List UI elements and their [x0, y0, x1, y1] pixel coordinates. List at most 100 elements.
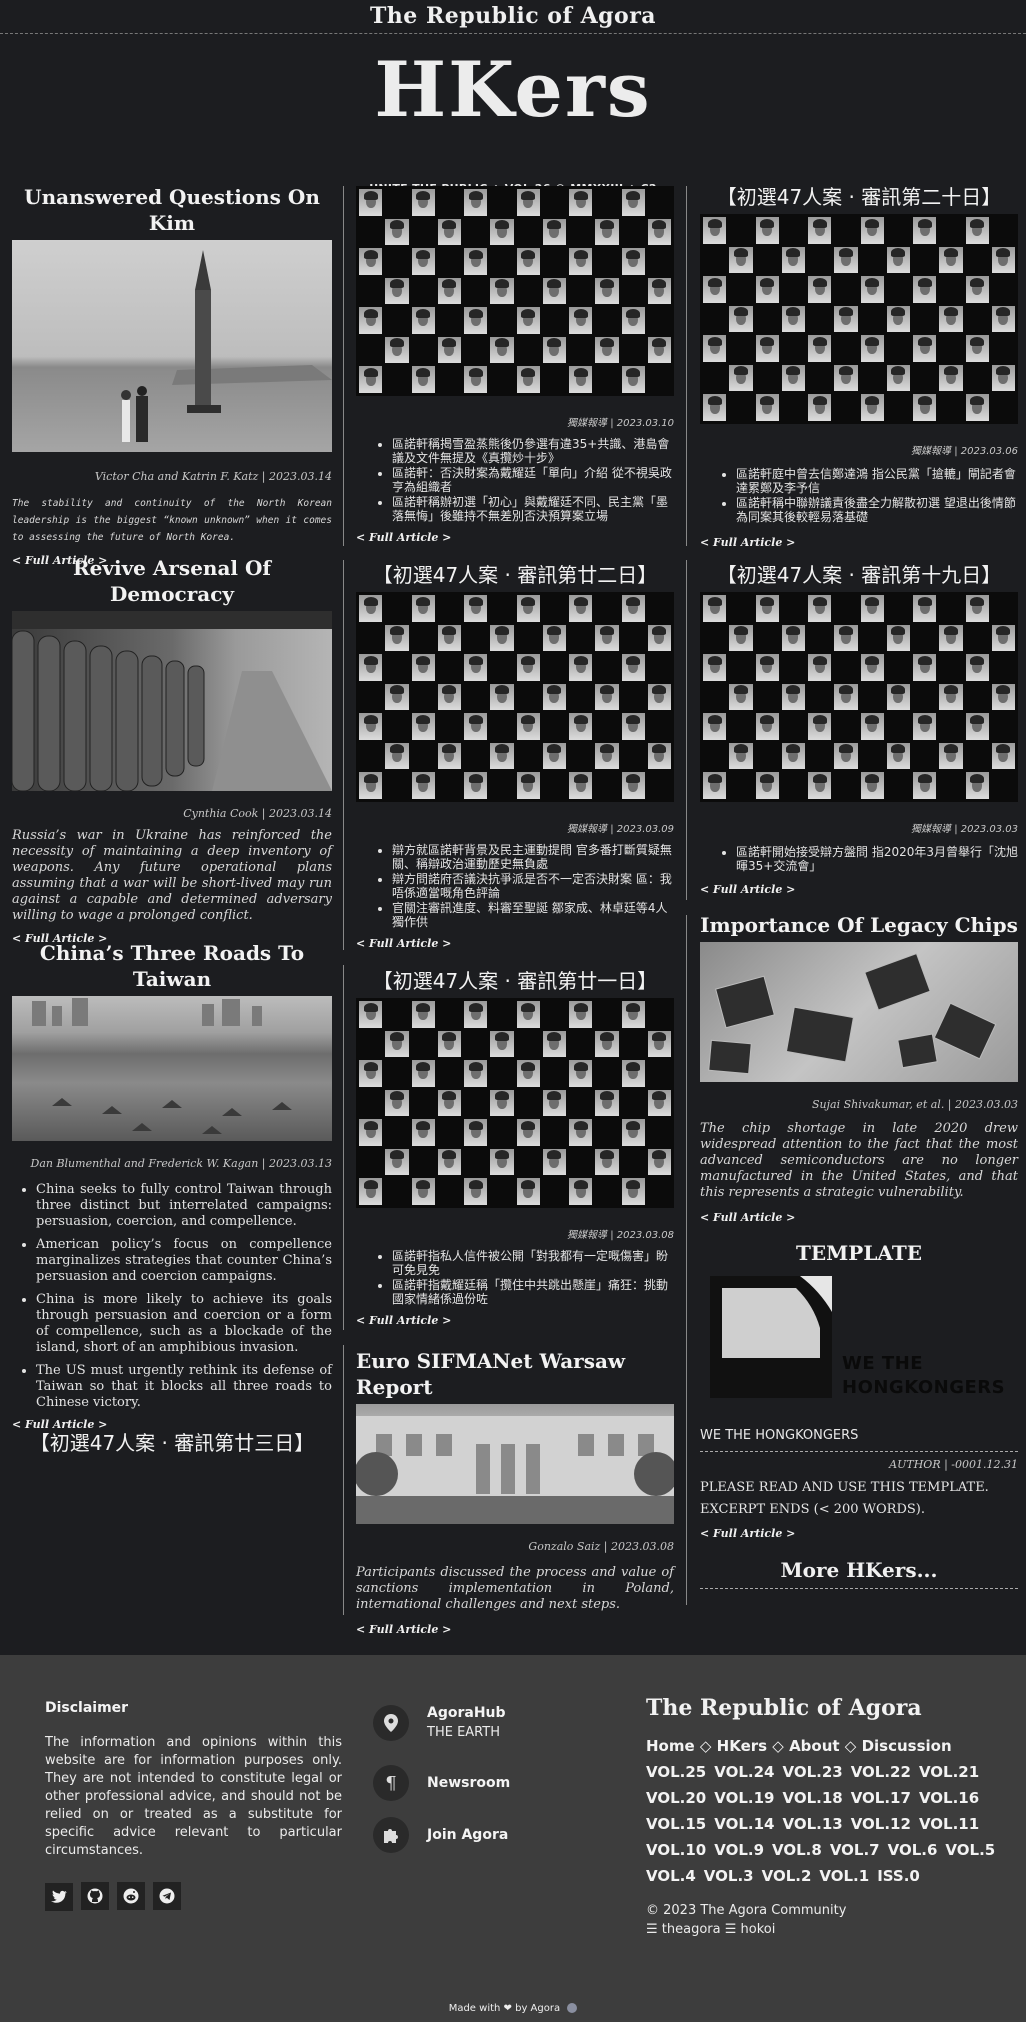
vol-link[interactable]: VOL.1: [819, 1867, 869, 1885]
vol-link[interactable]: VOL.14: [714, 1815, 774, 1833]
vol-link[interactable]: VOL.7: [830, 1841, 880, 1859]
warsaw-ministry-photo[interactable]: [356, 1404, 674, 1524]
telegram-icon[interactable]: [153, 1882, 181, 1910]
vol-link[interactable]: VOL.18: [782, 1789, 842, 1807]
nav-home[interactable]: Home: [646, 1737, 695, 1755]
vol-link[interactable]: VOL.21: [919, 1763, 979, 1781]
site-title[interactable]: The Republic of Agora: [370, 3, 656, 29]
vol-link[interactable]: VOL.6: [888, 1841, 938, 1859]
article-title[interactable]: 【初選47人案 · 審訊第廿三日】: [12, 1430, 332, 1456]
vol-link[interactable]: ISS.0: [877, 1867, 920, 1885]
vol-link[interactable]: VOL.19: [714, 1789, 774, 1807]
footer-brand[interactable]: The Republic of Agora: [646, 1695, 991, 1721]
reddit-icon[interactable]: [117, 1882, 145, 1910]
vol-link[interactable]: VOL.15: [646, 1815, 706, 1833]
footer-link-join[interactable]: Join Agora: [373, 1809, 613, 1861]
github-icon[interactable]: [81, 1882, 109, 1910]
footer-handles[interactable]: ☰ theagora ☰ hokoi: [646, 1922, 991, 1937]
article-title[interactable]: 【初選47人案 · 審訊第二十日】: [700, 184, 1018, 210]
article-title[interactable]: Importance Of Legacy Chips: [700, 912, 1018, 938]
vol-link[interactable]: VOL.25: [646, 1763, 706, 1781]
vol-link[interactable]: VOL.9: [714, 1841, 764, 1859]
vol-link[interactable]: VOL.3: [704, 1867, 754, 1885]
article-excerpt: The stability and continuity of the Nort…: [12, 498, 332, 543]
vol-link[interactable]: VOL.16: [919, 1789, 979, 1807]
bullet-item: The US must urgently rethink its defense…: [36, 1363, 332, 1411]
nav-hkers[interactable]: HKers: [717, 1737, 767, 1755]
footer-link-title: AgoraHub: [427, 1705, 506, 1721]
article-card: Revive Arsenal Of Democracy Cynthia Cook…: [12, 555, 332, 945]
article-title[interactable]: TEMPLATE: [700, 1240, 1018, 1266]
article-title[interactable]: Euro SIFMANet Warsaw Report: [356, 1348, 674, 1400]
vol-link[interactable]: VOL.5: [945, 1841, 995, 1859]
legacy-chips-photo[interactable]: [700, 942, 1018, 1082]
defendants-photo-grid[interactable]: [356, 186, 674, 396]
made-with-text: Made with ❤ by Agora: [448, 2003, 561, 2014]
munitions-photo[interactable]: [12, 611, 332, 791]
disclaimer-title: Disclaimer: [45, 1700, 129, 1716]
article-title[interactable]: Unanswered Questions On Kim: [12, 184, 332, 236]
masthead-logo[interactable]: HKers: [0, 40, 1026, 140]
column-divider: [343, 965, 344, 1330]
template-logo-image[interactable]: WE THE HONGKONGERS: [700, 1272, 1018, 1422]
article-title[interactable]: China’s Three Roads To Taiwan: [12, 940, 332, 992]
bullet-item: 區諾軒稱辦初選「初心」與戴耀廷不同、民主黨「墨落無悔」後雖持不無差別否決預算案立…: [392, 495, 674, 523]
column-divider: [343, 1345, 344, 1615]
footer-link-sub: THE EARTH: [427, 1725, 500, 1740]
full-article-link[interactable]: < Full Article >: [356, 937, 674, 950]
full-article-link[interactable]: < Full Article >: [700, 536, 1018, 549]
vol-link[interactable]: VOL.4: [646, 1867, 696, 1885]
missile-photo[interactable]: [12, 240, 332, 452]
volume-links: VOL.25 VOL.24 VOL.23 VOL.22 VOL.21 VOL.20 VOL…: [646, 1759, 995, 1889]
full-article-link[interactable]: < Full Article >: [356, 1623, 674, 1636]
article-bullets: 區諾軒開始接受辯方盤問 指2020年3月曾舉行「沈旭暉35+交流會」: [700, 845, 1018, 873]
article-bullets: 辯方就區諾軒背景及民主運動提問 官多番打斷質疑無關、稱辯政治運動歷史無負處 辯方…: [356, 843, 674, 929]
bullet-item: 辯方就區諾軒背景及民主運動提問 官多番打斷質疑無關、稱辯政治運動歷史無負處: [392, 843, 674, 871]
vol-link[interactable]: VOL.23: [782, 1763, 842, 1781]
full-article-link[interactable]: < Full Article >: [700, 1211, 1018, 1224]
vol-link[interactable]: VOL.13: [782, 1815, 842, 1833]
article-card: 獨媒報導 | 2023.03.10 區諾軒稱揭雪盈蒸熊後仍參選有違35+共識、港…: [356, 186, 674, 544]
masthead: HKers UNITE THE PUBLIC ◇ VOL.26 © MMXXII…: [0, 40, 1026, 195]
twitter-icon[interactable]: [45, 1883, 73, 1911]
vol-link[interactable]: VOL.22: [851, 1763, 911, 1781]
full-article-link[interactable]: < Full Article >: [700, 1527, 1018, 1540]
location-pin-icon: [373, 1705, 409, 1741]
article-card: 【初選47人案 · 審訊第二十日】 獨媒報導 | 2023.03.06 區諾軒庭…: [700, 184, 1018, 549]
vol-link[interactable]: VOL.17: [851, 1789, 911, 1807]
vol-link[interactable]: VOL.11: [919, 1815, 979, 1833]
defendants-photo-grid[interactable]: [356, 592, 674, 802]
vol-link[interactable]: VOL.8: [772, 1841, 822, 1859]
bullet-item: 區諾軒指戴耀廷稱「攬住中共跳出懸崖」痛狂：挑動國家情緒係過份咗: [392, 1278, 674, 1306]
more-hkers-link[interactable]: More HKers...: [700, 1558, 1018, 1589]
article-title[interactable]: 【初選47人案 · 審訊第廿一日】: [356, 968, 674, 994]
article-card: 【初選47人案 · 審訊第十九日】 獨媒報導 | 2023.03.03 區諾軒開…: [700, 562, 1018, 896]
copyright: © 2023 The Agora Community: [646, 1903, 847, 1918]
footer: Disclaimer The information and opinions …: [0, 1655, 1026, 2022]
article-title[interactable]: 【初選47人案 · 審訊第廿二日】: [356, 562, 674, 588]
article-title[interactable]: Revive Arsenal Of Democracy: [12, 555, 332, 607]
vol-link[interactable]: VOL.20: [646, 1789, 706, 1807]
nav-about[interactable]: About: [789, 1737, 840, 1755]
full-article-link[interactable]: < Full Article >: [356, 1314, 674, 1327]
full-article-link[interactable]: < Full Article >: [356, 531, 674, 544]
defendants-photo-grid[interactable]: [700, 214, 1018, 424]
status-dot-icon: [567, 2003, 578, 2013]
vol-link[interactable]: VOL.12: [851, 1815, 911, 1833]
defendants-photo-grid[interactable]: [700, 592, 1018, 802]
nav-discussion[interactable]: Discussion: [862, 1737, 952, 1755]
bullet-item: China is more likely to achieve its goal…: [36, 1292, 332, 1356]
footer-link-agorahub[interactable]: AgoraHub THE EARTH: [373, 1705, 613, 1757]
footer-link-newsroom[interactable]: ¶ Newsroom: [373, 1757, 613, 1809]
article-bullets: 區諾軒指私人信件被公開「對我都有一定嘅傷害」盼可免見免 區諾軒指戴耀廷稱「攬住中…: [356, 1249, 674, 1306]
article-title[interactable]: 【初選47人案 · 審訊第十九日】: [700, 562, 1018, 588]
vol-link[interactable]: VOL.10: [646, 1841, 706, 1859]
vol-link[interactable]: VOL.2: [762, 1867, 812, 1885]
taiwan-beach-photo[interactable]: [12, 996, 332, 1141]
defendants-photo-grid[interactable]: [356, 998, 674, 1208]
footer-links: AgoraHub THE EARTH ¶ Newsroom Join Agora: [373, 1705, 613, 1861]
vol-link[interactable]: VOL.24: [714, 1763, 774, 1781]
bullet-item: China seeks to fully control Taiwan thro…: [36, 1182, 332, 1230]
full-article-link[interactable]: < Full Article >: [700, 883, 1018, 896]
template-text: PLEASE READ AND USE THIS TEMPLATE.: [700, 1480, 989, 1495]
